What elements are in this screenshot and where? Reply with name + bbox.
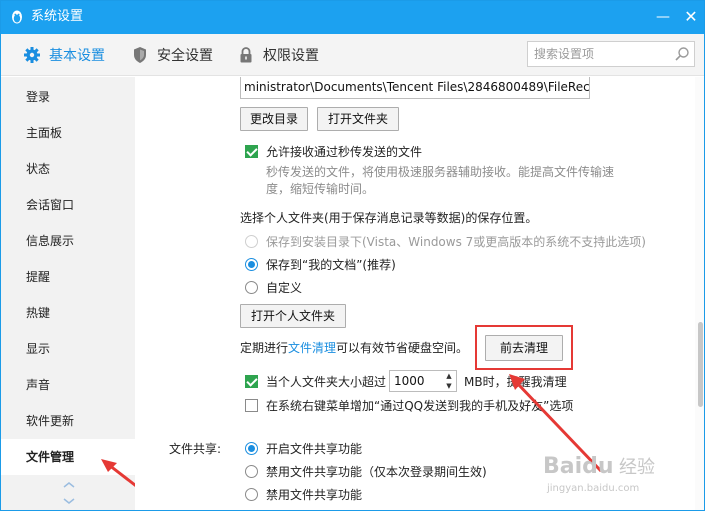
open-folder-button[interactable]: 打开文件夹 — [317, 107, 399, 131]
qq-penguin-icon — [12, 10, 22, 24]
settings-window: 系统设置 — ✕ 基本设置 安全设置 权限设置 搜索设置项 登录 主面板 状态 … — [0, 0, 705, 511]
close-button[interactable]: ✕ — [680, 7, 702, 27]
shield-icon — [131, 46, 149, 64]
file-sharing-label: 文件共享: — [169, 442, 222, 456]
sidebar-item-login[interactable]: 登录 — [1, 79, 135, 115]
baidu-logo-icon: Baidu 经验 jingyan.baidu.com — [543, 454, 655, 494]
baidu-jingyan-watermark: Baidu 经验 jingyan.baidu.com — [539, 449, 699, 499]
sharing-enable-label: 开启文件共享功能 — [266, 442, 363, 456]
scrollbar-thumb[interactable] — [698, 322, 703, 407]
allow-fast-transfer-label: 允许接收通过秒传发送的文件 — [266, 145, 423, 159]
sharing-disable-radio[interactable] — [245, 488, 258, 501]
tab-label: 安全设置 — [157, 48, 213, 64]
cleanup-hint: 定期进行文件清理可以有效节省硬盘空间。 — [240, 341, 469, 355]
save-install-dir-label: 保存到安装目录下(Vista、Windows 7或更高版本的系统不支持此选项) — [266, 235, 646, 249]
stepper-up-icon[interactable]: ▲ — [442, 371, 456, 381]
sharing-disable-session-label: 禁用文件共享功能（仅本次登录期间生效) — [266, 465, 487, 479]
sidebar-item-status[interactable]: 状态 — [1, 151, 135, 187]
size-limit-input[interactable] — [390, 371, 440, 391]
sidebar-item-hotkey[interactable]: 热键 — [1, 295, 135, 331]
tab-label: 基本设置 — [49, 48, 105, 64]
sidebar-item-software-update[interactable]: 软件更新 — [1, 403, 135, 439]
custom-location-radio[interactable] — [245, 281, 258, 294]
sidebar-scroll-arrows[interactable] — [59, 479, 79, 509]
search-input[interactable] — [528, 42, 668, 66]
fast-transfer-desc-1: 秒传发送的文件，将使用极速服务器辅助接收。能提高文件传输速 — [266, 165, 615, 179]
title-bar: 系统设置 — ✕ — [1, 1, 704, 34]
minimize-button[interactable]: — — [652, 7, 674, 27]
context-menu-checkbox[interactable] — [245, 399, 258, 412]
custom-location-label: 自定义 — [266, 281, 303, 295]
fast-transfer-desc-2: 度，缩短传输时间。 — [266, 182, 375, 196]
sidebar-item-display[interactable]: 显示 — [1, 331, 135, 367]
tab-label: 权限设置 — [263, 48, 319, 64]
receive-path-field[interactable]: ministrator\Documents\Tencent Files\2846… — [240, 77, 590, 99]
sharing-enable-radio[interactable] — [245, 442, 258, 455]
file-cleanup-link[interactable]: 文件清理 — [288, 341, 336, 355]
tab-security-settings[interactable]: 安全设置 — [131, 34, 213, 76]
sharing-disable-session-radio[interactable] — [245, 465, 258, 478]
file-management-panel: ministrator\Documents\Tencent Files\2846… — [135, 77, 695, 510]
open-personal-folder-button[interactable]: 打开个人文件夹 — [240, 304, 346, 328]
svg-text:jingyan.baidu.com: jingyan.baidu.com — [546, 483, 639, 494]
svg-text:经验: 经验 — [619, 457, 655, 478]
sidebar-item-info-display[interactable]: 信息展示 — [1, 223, 135, 259]
gear-icon — [23, 46, 41, 64]
annotation-highlight-box — [475, 325, 573, 370]
allow-fast-transfer-checkbox[interactable] — [245, 145, 258, 158]
tab-basic-settings[interactable]: 基本设置 — [23, 34, 105, 76]
size-limit-stepper: ▲ ▼ — [389, 370, 457, 392]
size-alert-label-before: 当个人文件夹大小超过 — [266, 375, 387, 389]
save-install-dir-radio — [245, 235, 258, 248]
change-directory-button[interactable]: 更改目录 — [240, 107, 308, 131]
svg-text:Baidu: Baidu — [543, 454, 614, 479]
sidebar-item-chat-window[interactable]: 会话窗口 — [1, 187, 135, 223]
search-box — [527, 41, 695, 67]
stepper-down-icon[interactable]: ▼ — [442, 381, 456, 391]
size-alert-checkbox[interactable] — [245, 375, 258, 388]
sharing-disable-label: 禁用文件共享功能 — [266, 488, 363, 502]
content-scrollbar[interactable] — [695, 77, 704, 510]
settings-tabs: 基本设置 安全设置 权限设置 — [1, 34, 704, 76]
settings-sidebar: 登录 主面板 状态 会话窗口 信息展示 提醒 热键 显示 声音 软件更新 文件管… — [1, 77, 154, 510]
search-icon[interactable] — [674, 46, 690, 62]
sidebar-item-sound[interactable]: 声音 — [1, 367, 135, 403]
save-my-documents-label: 保存到“我的文档”(推荐) — [266, 258, 396, 272]
lock-icon — [237, 46, 255, 64]
sidebar-item-main-panel[interactable]: 主面板 — [1, 115, 135, 151]
sidebar-item-reminder[interactable]: 提醒 — [1, 259, 135, 295]
tab-permission-settings[interactable]: 权限设置 — [237, 34, 319, 76]
personal-folder-heading: 选择个人文件夹(用于保存消息记录等数据)的保存位置。 — [240, 211, 538, 225]
save-my-documents-radio[interactable] — [245, 258, 258, 271]
window-title: 系统设置 — [31, 9, 84, 24]
